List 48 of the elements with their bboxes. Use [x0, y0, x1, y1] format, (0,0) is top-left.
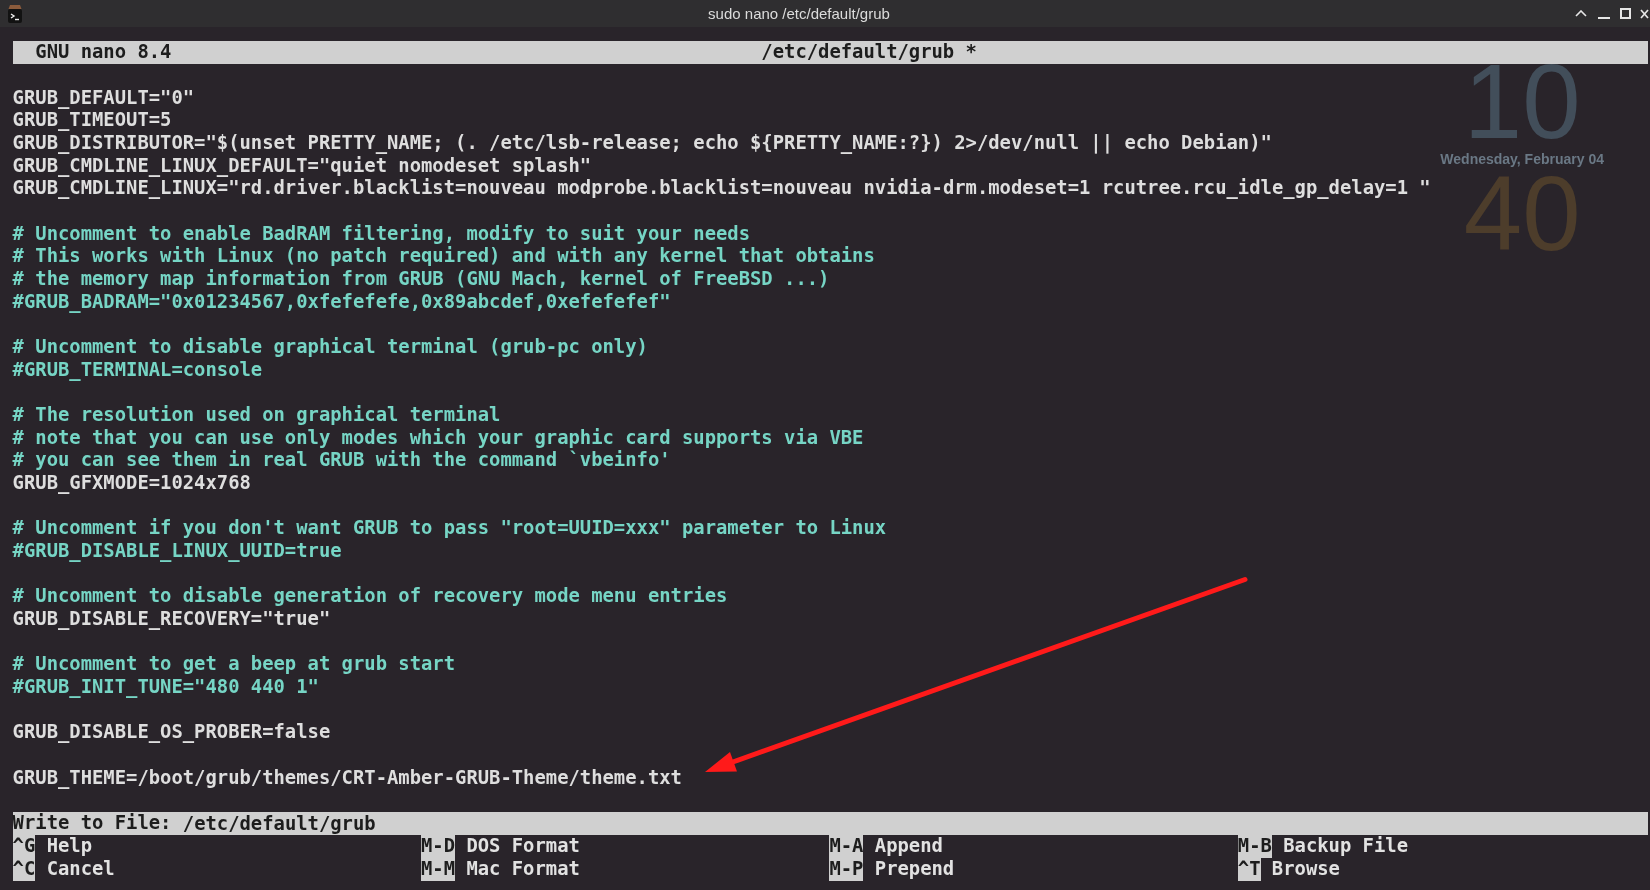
comment-line: # Uncomment if you don't want GRUB to pass "root=UUID=xxx" parameter to Linux: [12, 517, 887, 541]
code-line: GRUB_DEFAULT="0": [12, 86, 195, 110]
comment-line: # you can see them in real GRUB with the command `vbeinfo': [12, 449, 671, 473]
comment-line: # note that you can use only modes which your graphic card supports via VBE: [12, 426, 864, 450]
shortcut-key: ^T: [1237, 857, 1261, 881]
comment-line: #GRUB_INIT_TUNE="480 440 1": [12, 676, 319, 699]
shortcut-key: M-P: [829, 857, 864, 881]
window-title: sudo nano /etc/default/grub: [708, 5, 890, 22]
shortcut-key: ^C: [12, 857, 36, 881]
shortcut-label: Mac Format: [466, 857, 580, 881]
shortcut-key: M-A: [829, 835, 864, 858]
comment-line: # Uncomment to enable BadRAM filtering, modify to suit your needs: [12, 222, 750, 246]
shortcut-label: Backup File: [1283, 835, 1408, 858]
shortcut-key: M-M: [421, 857, 456, 881]
comment-line: # The resolution used on graphical terminal: [12, 404, 501, 427]
chevron-up-icon[interactable]: [1575, 10, 1587, 17]
shortcut-key: M-D: [421, 835, 456, 858]
comment-line: # the memory map information from GRUB (GNU Mach, kernel of FreeBSD ...): [12, 268, 830, 291]
comment-line: # Uncomment to disable graphical terminal (grub-pc only): [12, 336, 648, 359]
comment-line: #GRUB_TERMINAL=console: [12, 358, 263, 382]
maximize-icon[interactable]: [1620, 8, 1631, 19]
clock-date: Wednesday, February 04: [1440, 151, 1604, 167]
comment-line: #GRUB_DISABLE_LINUX_UUID=true: [12, 540, 342, 563]
comment-line: # This works with Linux (no patch required) and with any kernel that obtains: [12, 245, 875, 269]
code-line: GRUB_TIMEOUT=5: [12, 109, 172, 132]
close-icon[interactable]: [1640, 8, 1649, 19]
code-line: GRUB_DISABLE_OS_PROBER=false: [12, 721, 331, 745]
code-line: GRUB_THEME=/boot/grub/themes/CRT-Amber-GRUB-Theme/theme.txt: [12, 766, 682, 790]
filename-input[interactable]: /etc/default/grub: [171, 812, 1648, 836]
code-line: GRUB_GFXMODE=1024x768: [12, 472, 251, 495]
file-title: /etc/default/grub *: [761, 41, 977, 64]
code-line: GRUB_CMDLINE_LINUX_DEFAULT="quiet nomodeset splash": [12, 154, 592, 178]
shortcut-label: Cancel: [46, 857, 115, 881]
shortcut-label: Browse: [1271, 857, 1340, 881]
nano-version: GNU nano 8.4: [35, 41, 172, 64]
shortcut-label: DOS Format: [466, 835, 580, 858]
comment-line: # Uncomment to get a beep at grub start: [12, 653, 456, 677]
shortcut-label: Prepend: [874, 857, 955, 881]
code-line: GRUB_CMDLINE_LINUX="rd.driver.blacklist=nouveau modprobe.blacklist=nouveau nvidia-drm.modeset=1 rcutree.rcu_idle_gp_delay=1 ": [12, 177, 1431, 200]
shortcut-label: Help: [46, 835, 93, 858]
code-line: GRUB_DISABLE_RECOVERY="true": [12, 608, 331, 631]
comment-line: #GRUB_BADRAM="0x01234567,0xfefefefe,0x89abcdef,0xefefefef": [12, 290, 671, 314]
code-line: GRUB_DISTRIBUTOR="$(unset PRETTY_NAME; (. /etc/lsb-release; echo ${PRETTY_NAME:?}) 2>/dev/null || echo Debian)": [12, 132, 1272, 155]
shortcut-label: Append: [874, 835, 943, 858]
shortcut-key: M-B: [1237, 835, 1272, 858]
terminal-icon: [7, 4, 23, 23]
shortcut-key: ^G: [12, 835, 36, 858]
comment-line: # Uncomment to disable generation of recovery mode menu entries: [12, 585, 728, 609]
